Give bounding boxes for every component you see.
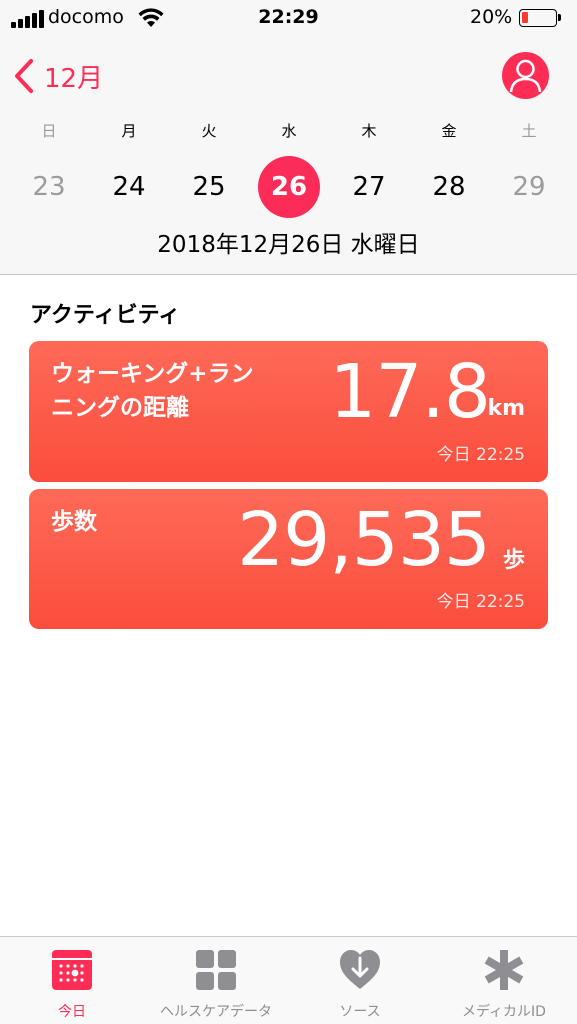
- activity-card-steps[interactable]: 歩数 29,535 歩 今日 22:25: [29, 489, 548, 629]
- back-label: 12月: [44, 63, 104, 94]
- day-button[interactable]: 28: [418, 156, 480, 218]
- day-button-selected[interactable]: 26: [258, 156, 320, 218]
- weekday-mon: 月: [121, 122, 137, 140]
- tab-health-data[interactable]: ヘルスケアデータ: [144, 937, 288, 1024]
- grid-icon: [196, 950, 236, 990]
- tab-label: ヘルスケアデータ: [160, 1004, 272, 1020]
- chevron-left-icon: [15, 59, 33, 93]
- header-area: docomo 22:29 20% 12月 日 月 火 水 木 金 土 23 24: [0, 0, 577, 275]
- day-button[interactable]: 29: [498, 156, 560, 218]
- card-value: 29,535: [237, 497, 491, 583]
- asterisk-icon: [484, 950, 524, 990]
- heart-download-icon: [340, 950, 380, 989]
- day-button[interactable]: 23: [18, 156, 80, 218]
- profile-button[interactable]: [502, 52, 549, 99]
- weekday-sat: 土: [521, 122, 537, 140]
- card-value: 17.8: [329, 349, 491, 435]
- card-unit: 歩: [502, 548, 525, 573]
- tab-label: ソース: [339, 1004, 381, 1020]
- card-timestamp: 今日 22:25: [436, 592, 525, 612]
- tab-medical-id[interactable]: メディカルID: [432, 937, 576, 1024]
- status-bar: docomo 22:29 20%: [0, 0, 577, 38]
- weekday-wed: 水: [281, 122, 297, 140]
- tab-label: 今日: [58, 1004, 86, 1020]
- day-button[interactable]: 25: [178, 156, 240, 218]
- back-button[interactable]: 12月: [14, 56, 103, 96]
- card-unit: km: [487, 396, 525, 421]
- tab-label: メディカルID: [462, 1004, 546, 1020]
- day-button[interactable]: 27: [338, 156, 400, 218]
- weekday-thu: 木: [361, 122, 377, 140]
- tab-today[interactable]: 今日: [0, 937, 144, 1024]
- selected-date-label: 2018年12月26日 水曜日: [157, 232, 420, 258]
- person-icon: [509, 59, 542, 93]
- battery-nub: [558, 14, 561, 21]
- tab-sources[interactable]: ソース: [288, 937, 432, 1024]
- battery-icon: [519, 9, 557, 27]
- card-title: 歩数: [51, 509, 97, 535]
- battery-percent: 20%: [470, 6, 513, 28]
- weekday-tue: 火: [201, 122, 217, 140]
- tab-bar: 今日 ヘルスケアデータ ソース メディカルID: [0, 936, 577, 1024]
- weekday-fri: 金: [441, 122, 457, 140]
- card-title: ウォーキング+ラン ニングの距離: [51, 361, 254, 421]
- card-timestamp: 今日 22:25: [436, 445, 525, 465]
- day-button[interactable]: 24: [98, 156, 160, 218]
- section-title-activity: アクティビティ: [30, 303, 181, 328]
- battery-level: [522, 12, 528, 23]
- weekday-sun: 日: [41, 122, 57, 140]
- calendar-today-icon: [52, 950, 92, 990]
- activity-card-distance[interactable]: ウォーキング+ラン ニングの距離 17.8 km 今日 22:25: [29, 341, 548, 482]
